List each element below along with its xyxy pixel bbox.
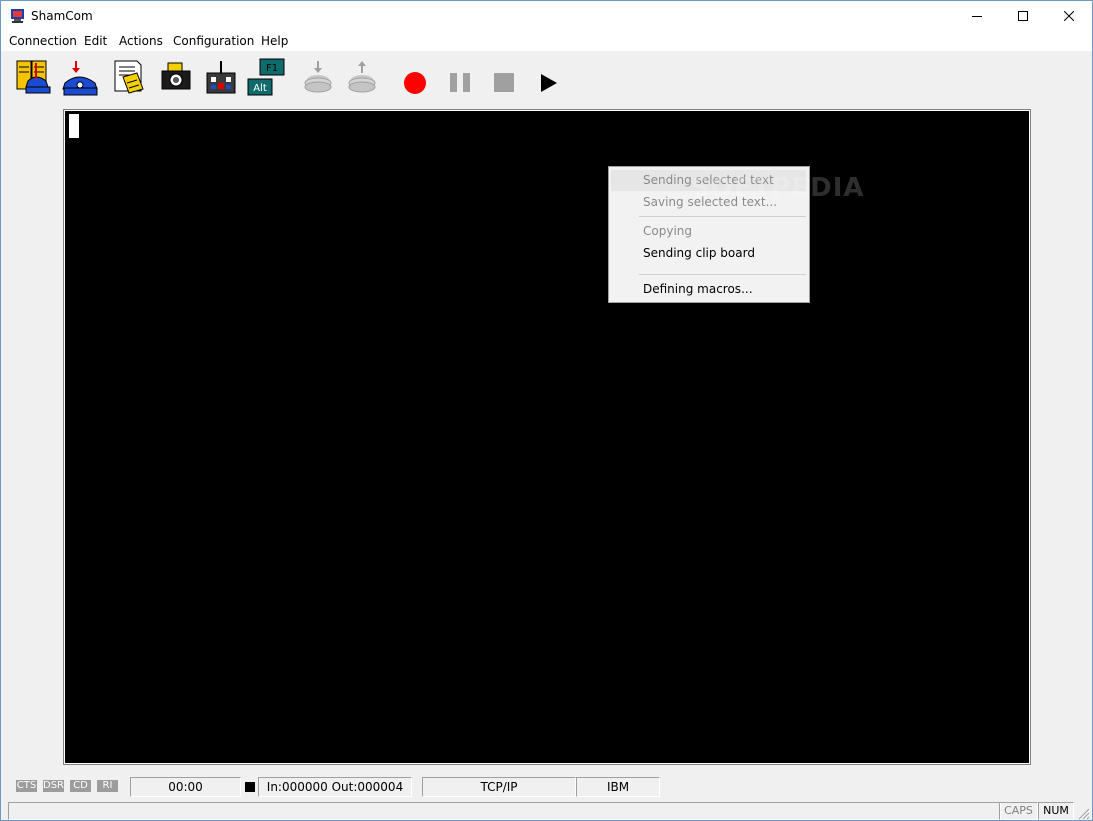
receive-file-button[interactable] — [298, 57, 338, 97]
terminal-type-panel: IBM — [576, 777, 660, 797]
menu-help[interactable]: Help — [261, 34, 288, 48]
ctx-sending-clip-board[interactable]: Sending clip board — [643, 246, 755, 260]
led-cd: CD — [70, 780, 91, 792]
function-keys-icon: F1 Alt — [247, 58, 285, 96]
play-button[interactable] — [528, 57, 568, 97]
send-file-button[interactable] — [342, 57, 382, 97]
record-button[interactable] — [395, 57, 435, 97]
close-icon — [1064, 11, 1074, 21]
remote-control-button[interactable] — [201, 57, 241, 97]
caps-indicator: CAPS — [999, 802, 1038, 820]
context-menu-separator — [639, 274, 806, 275]
pause-button[interactable] — [440, 57, 480, 97]
activity-indicator — [245, 782, 255, 792]
led-dsr: DSR — [43, 780, 64, 792]
timer-panel: 00:00 — [130, 777, 241, 797]
protocol-panel: TCP/IP — [422, 777, 576, 797]
remote-control-icon — [206, 61, 236, 94]
download-disk-icon — [304, 61, 332, 93]
settings-document-icon — [114, 60, 144, 94]
io-counts-panel: In:000000 Out:000004 — [258, 777, 412, 797]
resize-grip-icon[interactable] — [1076, 806, 1090, 820]
ctx-defining-macros[interactable]: Defining macros... — [643, 282, 753, 296]
minimize-button[interactable] — [954, 1, 1000, 31]
title-bar[interactable]: ShamCom — [1, 1, 1092, 31]
f1-key-label: F1 — [266, 63, 278, 74]
terminal-screen[interactable] — [64, 110, 1030, 764]
dial-button[interactable] — [61, 57, 101, 97]
menu-actions[interactable]: Actions — [119, 34, 163, 48]
close-button[interactable] — [1046, 1, 1092, 31]
play-icon — [541, 74, 557, 92]
maximize-button[interactable] — [1000, 1, 1046, 31]
minimize-icon — [972, 16, 982, 17]
pause-icon — [450, 73, 470, 92]
status-bar — [8, 802, 1001, 820]
record-icon — [404, 72, 426, 94]
menu-edit[interactable]: Edit — [84, 34, 107, 48]
menu-bar: Connection Edit Actions Configuration He… — [1, 31, 1092, 51]
menu-configuration[interactable]: Configuration — [173, 34, 254, 48]
phonebook-icon — [16, 60, 51, 94]
upload-disk-icon — [348, 61, 376, 93]
capture-button[interactable] — [156, 57, 196, 97]
context-menu-separator — [639, 216, 806, 217]
terminal-settings-button[interactable] — [109, 57, 149, 97]
app-window: ShamCom Connection Edit Actions Configur… — [0, 0, 1093, 821]
stop-icon — [494, 73, 514, 92]
num-indicator: NUM — [1038, 802, 1074, 820]
toolbar: F1 Alt — [1, 51, 1092, 103]
maximize-icon — [1018, 11, 1028, 21]
phone-dial-icon — [62, 61, 98, 96]
stop-button[interactable] — [484, 57, 524, 97]
ctx-copying[interactable]: Copying — [643, 224, 692, 238]
text-cursor — [69, 114, 79, 138]
camera-icon — [161, 62, 191, 90]
function-keys-button[interactable]: F1 Alt — [246, 57, 286, 97]
watermark: SOFTPEDIA — [691, 173, 865, 203]
menu-connection[interactable]: Connection — [9, 34, 77, 48]
window-title: ShamCom — [31, 9, 93, 23]
led-cts: CTS — [16, 780, 37, 792]
phonebook-button[interactable] — [14, 57, 54, 97]
app-icon — [11, 9, 24, 23]
led-ri: RI — [97, 780, 118, 792]
alt-key-label: Alt — [253, 83, 267, 94]
